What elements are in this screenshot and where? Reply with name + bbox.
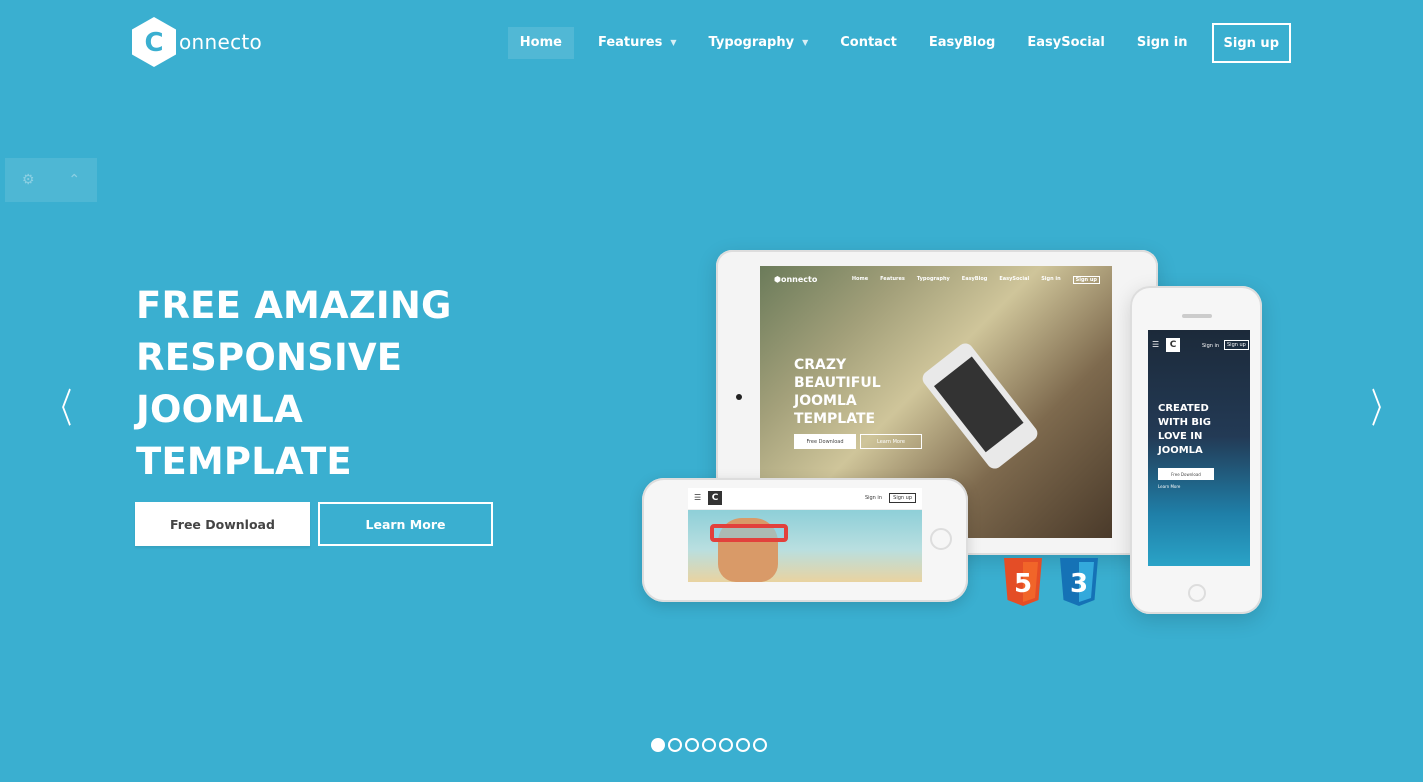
- phone-portrait-screen: ☰ C Sign in Sign up CREATED WITH BIG LOV…: [1148, 330, 1250, 566]
- phone-learn-button: Learn More: [1158, 484, 1181, 489]
- nav-easysocial-label: EasySocial: [1027, 35, 1105, 50]
- tablet-hero-title: CRAZY BEAUTIFUL JOOMLA TEMPLATE: [794, 357, 881, 427]
- devices-showcase-image: ⬢onnecto Home Features Typography EasyBl…: [620, 240, 1280, 660]
- tablet-download-button: Free Download: [794, 434, 856, 449]
- slider-dot[interactable]: [651, 738, 665, 752]
- nav-sign-in[interactable]: Sign in: [1121, 27, 1204, 59]
- logo-mark-icon: C: [708, 491, 722, 505]
- cartoon-illustration: [688, 510, 922, 582]
- learn-more-button[interactable]: Learn More: [318, 502, 493, 546]
- home-button-icon: [1188, 584, 1206, 602]
- brand-logo[interactable]: C onnecto: [131, 16, 262, 68]
- menu-icon: ☰: [1152, 340, 1160, 349]
- nav-sign-in-label: Sign in: [1136, 35, 1188, 50]
- chevron-down-icon: ▼: [670, 38, 677, 47]
- logo-hexagon-icon: C: [132, 17, 176, 67]
- phone-download-button: Free Download: [1158, 468, 1214, 480]
- tablet-learn-button: Learn More: [860, 434, 922, 449]
- tablet-nav: Home Features Typography EasyBlog EasySo…: [852, 276, 1100, 284]
- chevron-down-icon: ▼: [802, 38, 809, 47]
- nav-easysocial[interactable]: EasySocial: [1011, 27, 1121, 59]
- menu-icon: ☰: [694, 493, 702, 502]
- nav-features-label: Features: [597, 35, 663, 50]
- nav-home-label: Home: [519, 35, 562, 50]
- speaker-grill: [1182, 314, 1212, 318]
- nav-contact[interactable]: Contact: [824, 27, 913, 59]
- slider-dot[interactable]: [719, 738, 733, 752]
- tablet-logo: ⬢onnecto: [774, 275, 818, 284]
- phone-landscape-header: ☰ C Sign in Sign up: [688, 488, 922, 510]
- slider-pagination: [651, 738, 767, 752]
- nav-features[interactable]: Features ▼: [582, 27, 693, 59]
- html5-badge-icon: 5: [1004, 558, 1042, 606]
- nav-easyblog-label: EasyBlog: [928, 35, 996, 50]
- side-settings-widget[interactable]: ⚙ ⌃: [5, 158, 97, 202]
- free-download-button[interactable]: Free Download: [135, 502, 310, 546]
- hero-title-line: FREE AMAZING: [136, 284, 452, 327]
- nav-easyblog[interactable]: EasyBlog: [913, 27, 1011, 59]
- hero-title-line: TEMPLATE: [136, 440, 352, 483]
- nav-typography[interactable]: Typography ▼: [693, 27, 825, 59]
- gear-icon[interactable]: ⚙: [22, 172, 35, 188]
- slider-prev-arrow[interactable]: 〈: [48, 376, 72, 434]
- slider-dot[interactable]: [685, 738, 699, 752]
- logo-mark: C: [144, 28, 163, 58]
- svg-text:3: 3: [1070, 569, 1088, 599]
- main-nav: Home Features ▼ Typography ▼ Contact EasyB…: [507, 23, 1291, 63]
- slider-next-arrow[interactable]: 〉: [1371, 376, 1395, 434]
- logo-mark-icon: C: [1166, 338, 1180, 352]
- chevron-up-icon[interactable]: ⌃: [68, 172, 80, 188]
- phone-landscape-screen: ☰ C Sign in Sign up: [688, 488, 922, 582]
- hero-title: FREE AMAZING RESPONSIVE JOOMLA TEMPLATE: [136, 280, 496, 488]
- slider-dot[interactable]: [668, 738, 682, 752]
- slider-dot[interactable]: [736, 738, 750, 752]
- tablet-camera: [736, 394, 742, 400]
- home-button-icon: [930, 528, 952, 550]
- nav-typography-label: Typography: [708, 35, 795, 50]
- hero-title-line: JOOMLA: [136, 388, 303, 431]
- slider-dot[interactable]: [702, 738, 716, 752]
- sign-up-button[interactable]: Sign up: [1211, 23, 1291, 63]
- svg-text:5: 5: [1014, 569, 1032, 599]
- nav-home[interactable]: Home: [507, 27, 574, 59]
- nav-contact-label: Contact: [840, 35, 897, 50]
- phone-portrait-device: ☰ C Sign in Sign up CREATED WITH BIG LOV…: [1130, 286, 1262, 614]
- slider-dot[interactable]: [753, 738, 767, 752]
- phone-hero-title: CREATED WITH BIG LOVE IN JOOMLA: [1158, 403, 1211, 456]
- css3-badge-icon: 3: [1060, 558, 1098, 606]
- brand-name: onnecto: [179, 30, 263, 54]
- phone-in-hand-image: [919, 340, 1041, 472]
- phone-landscape-device: ☰ C Sign in Sign up: [642, 478, 968, 602]
- hero-title-line: RESPONSIVE: [136, 336, 403, 379]
